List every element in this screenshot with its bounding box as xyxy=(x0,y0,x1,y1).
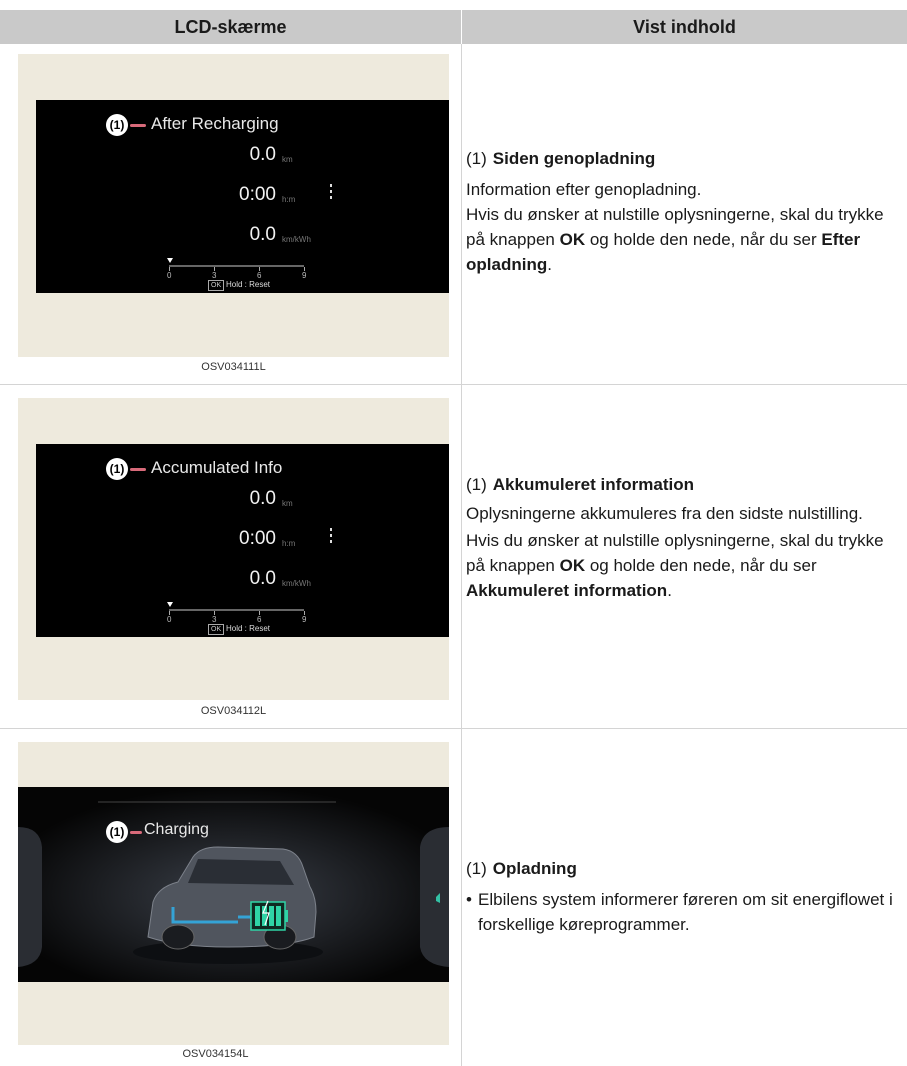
distance-value: 0.0 xyxy=(249,488,276,509)
lcd-title: Accumulated Info xyxy=(151,458,283,477)
distance-unit: km xyxy=(282,155,293,164)
efficiency-value: 0.0 xyxy=(249,568,276,589)
image-code: OSV034112L xyxy=(200,705,267,717)
row-divider xyxy=(0,728,907,729)
callout-badge: (1) xyxy=(106,458,128,480)
callout-leader xyxy=(130,831,142,834)
item-title: Opladning xyxy=(492,859,577,878)
scale-tick-label: 0 xyxy=(167,615,172,624)
hold-reset-label: Hold : Reset xyxy=(226,280,271,289)
callout-leader xyxy=(130,468,146,471)
table-header: LCD-skærme Vist indhold xyxy=(0,10,907,44)
scale-tick-label: 0 xyxy=(167,271,172,280)
item-number: (1) xyxy=(466,859,487,878)
distance-value: 0.0 xyxy=(249,144,276,165)
description-text: Hvis du ønsker at nulstille oplysningern… xyxy=(466,531,884,600)
item-number: (1) xyxy=(466,475,487,494)
callout-leader xyxy=(130,124,146,127)
hold-reset-label: Hold : Reset xyxy=(226,624,271,633)
time-unit: h:m xyxy=(282,539,296,548)
description-text: Information efter genopladning. xyxy=(466,180,702,199)
scale-tick-label: 6 xyxy=(257,271,262,280)
row-divider xyxy=(0,384,907,385)
description-text: Hvis du ønsker at nulstille oplysningern… xyxy=(466,205,884,274)
scale-pointer xyxy=(167,602,173,607)
image-code: OSV034111L xyxy=(201,361,266,373)
scale-tick-label: 9 xyxy=(302,615,307,624)
item-title: Siden genopladning xyxy=(492,149,656,168)
lcd-screen-charging: (1) Charging xyxy=(18,787,449,982)
bullet-item: • Elbilens system informerer føreren om … xyxy=(466,887,902,937)
scale-tick-label: 6 xyxy=(257,615,262,624)
image-code: OSV034154L xyxy=(182,1048,249,1060)
lcd-image-panel: (1) After Recharging 0.0 km 0:00 h:m 0.0… xyxy=(18,54,449,357)
distance-unit: km xyxy=(282,499,293,508)
scale-bar xyxy=(169,265,304,267)
ok-button-icon: OK xyxy=(208,624,225,635)
scale-tick-label: 3 xyxy=(212,271,217,280)
description-text: Oplysningerne akkumuleres fra den sidste… xyxy=(466,504,863,523)
item-number: (1) xyxy=(466,149,487,168)
efficiency-value: 0.0 xyxy=(249,224,276,245)
column-divider xyxy=(461,44,462,1066)
page-dots xyxy=(330,528,332,546)
scale-tick-label: 3 xyxy=(212,615,217,624)
callout-badge: (1) xyxy=(106,114,128,136)
lcd-title: Charging xyxy=(144,821,209,838)
time-value: 0:00 xyxy=(239,184,276,205)
item-title: Akkumuleret information xyxy=(492,475,694,494)
time-value: 0:00 xyxy=(239,528,276,549)
header-displayed-content: Vist indhold xyxy=(633,17,736,37)
scale-bar xyxy=(169,609,304,611)
bullet-symbol: • xyxy=(466,890,472,909)
ok-button-icon: OK xyxy=(208,280,225,291)
lcd-screen-accumulated-info: (1) Accumulated Info 0.0 km 0:00 h:m 0.0… xyxy=(36,444,449,637)
lcd-screen-after-recharging: (1) After Recharging 0.0 km 0:00 h:m 0.0… xyxy=(36,100,449,293)
header-lcd-screens: LCD-skærme xyxy=(174,17,287,37)
description-opladning: (1) Opladning • Elbilens system informere… xyxy=(466,856,902,937)
page-dots xyxy=(330,184,332,202)
charging-illustration xyxy=(18,787,449,982)
bullet-text: Elbilens system informerer føreren om si… xyxy=(478,890,893,934)
lcd-image-panel: (1) Charging xyxy=(18,742,449,1045)
scale-tick-label: 9 xyxy=(302,271,307,280)
lcd-image-panel: (1) Accumulated Info 0.0 km 0:00 h:m 0.0… xyxy=(18,398,449,700)
efficiency-unit: km/kWh xyxy=(282,579,311,588)
lcd-title: After Recharging xyxy=(151,114,279,133)
description-akkumuleret-information: (1) Akkumuleret information Oplysningerne… xyxy=(466,472,902,603)
efficiency-unit: km/kWh xyxy=(282,235,311,244)
scale-pointer xyxy=(167,258,173,263)
time-unit: h:m xyxy=(282,195,296,204)
callout-badge: (1) xyxy=(106,821,128,843)
description-siden-genopladning: (1) Siden genopladning Information efter … xyxy=(466,146,902,277)
